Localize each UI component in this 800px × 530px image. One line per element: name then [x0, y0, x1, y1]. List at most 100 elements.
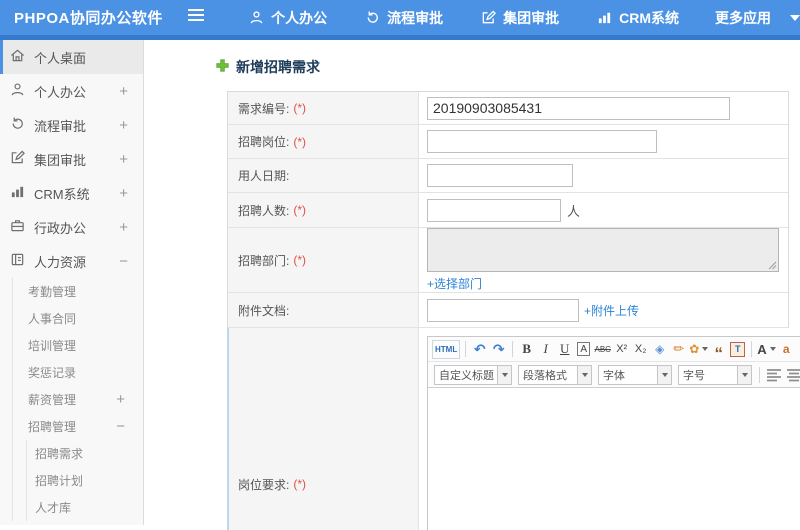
- rich-text-editor: HTML ↶ ↷ B I U A ABC X² X₂ ◈ ✏ ✿ “ T A a…: [427, 336, 800, 530]
- required-mark: (*): [293, 477, 307, 491]
- sidebar: 个人桌面 个人办公 + 流程审批 + 集团审批 + CRM系统 + 行政办公 +…: [0, 40, 144, 525]
- expand-plus-icon[interactable]: +: [119, 220, 128, 235]
- font-color-button[interactable]: A: [757, 340, 776, 359]
- sidebar-item-hr[interactable]: 人力资源 −: [0, 244, 143, 278]
- sidebar-item-recruit-mgmt[interactable]: 招聘管理 −: [13, 413, 143, 440]
- bar-chart-icon: [10, 184, 25, 202]
- department-textarea[interactable]: [427, 228, 779, 272]
- sidebar-item-crm[interactable]: CRM系统 +: [0, 176, 143, 210]
- collapse-minus-icon[interactable]: −: [119, 254, 128, 269]
- required-mark: (*): [293, 134, 307, 149]
- expand-plus-icon[interactable]: +: [119, 118, 128, 133]
- blockquote-button[interactable]: “: [710, 340, 727, 362]
- sidebar-item-hr-contract[interactable]: 人事合同: [13, 305, 143, 332]
- attachment-input[interactable]: [427, 298, 579, 322]
- highlight-button[interactable]: a: [778, 340, 795, 359]
- hire-date-input[interactable]: [427, 164, 573, 187]
- select-department-link[interactable]: +选择部门: [427, 275, 482, 292]
- topnav-label: 个人办公: [271, 9, 328, 26]
- expand-plus-icon[interactable]: +: [119, 152, 128, 167]
- form-row-position: 招聘岗位: (*): [228, 125, 788, 159]
- italic-button[interactable]: I: [537, 340, 554, 359]
- sidebar-item-label: 个人办公: [34, 84, 87, 100]
- sidebar-item-recruit-plan[interactable]: 招聘计划: [27, 467, 143, 494]
- sidebar-item-personal-office[interactable]: 个人办公 +: [0, 74, 143, 108]
- topnav-more-apps[interactable]: 更多应用: [715, 8, 800, 28]
- redo-button[interactable]: ↷: [490, 340, 507, 359]
- form-row-headcount: 招聘人数: (*) 人: [228, 193, 788, 228]
- expand-plus-icon[interactable]: +: [119, 186, 128, 201]
- form-row-hire-date: 用人日期:: [228, 159, 788, 193]
- toolbar-separator: [465, 341, 467, 357]
- bar-chart-icon: [597, 10, 612, 25]
- sidebar-item-talent-pool[interactable]: 人才库: [27, 494, 143, 521]
- topnav-crm[interactable]: CRM系统: [597, 8, 679, 28]
- sidebar-item-training[interactable]: 培训管理: [13, 332, 143, 359]
- sidebar-item-personal-desktop[interactable]: 个人桌面: [0, 40, 143, 74]
- sidebar-item-label: 流程审批: [34, 118, 87, 134]
- request-no-input[interactable]: [427, 96, 730, 120]
- field-label: 用人日期:: [228, 159, 419, 192]
- sidebar-item-process-approval[interactable]: 流程审批 +: [0, 108, 143, 142]
- form-row-attachment: 附件文档: +附件上传: [228, 293, 788, 328]
- topnav-process-approval[interactable]: 流程审批: [365, 8, 443, 28]
- upload-attachment-link[interactable]: +附件上传: [584, 302, 639, 319]
- field-label: 招聘岗位: (*): [228, 125, 419, 158]
- font-family-select[interactable]: 字体: [598, 364, 672, 385]
- sidebar-item-rewards[interactable]: 奖惩记录: [13, 359, 143, 386]
- align-center-button[interactable]: [786, 368, 800, 382]
- resize-handle-icon[interactable]: [768, 261, 777, 270]
- field-label: 招聘人数: (*): [228, 193, 419, 227]
- chevron-down-icon: [790, 14, 800, 21]
- sidebar-hr-submenu: 考勤管理 人事合同 培训管理 奖惩记录 薪资管理 + 招聘管理 − 招聘需求 招…: [12, 278, 143, 521]
- font-style-button[interactable]: A: [577, 342, 591, 356]
- paragraph-format-select[interactable]: 段落格式: [518, 364, 592, 385]
- html-source-button[interactable]: HTML: [432, 339, 461, 359]
- align-left-button[interactable]: [766, 368, 782, 382]
- sidebar-item-label: 人力资源: [34, 254, 87, 270]
- menu-toggle-button[interactable]: [187, 8, 205, 27]
- editor-toolbar-row1: HTML ↶ ↷ B I U A ABC X² X₂ ◈ ✏ ✿ “ T A a: [428, 337, 800, 362]
- eraser-button[interactable]: ◈: [651, 340, 668, 359]
- field-label: 招聘部门: (*): [228, 228, 419, 292]
- chevron-down-icon: [741, 372, 748, 377]
- edit-square-icon: [481, 10, 497, 25]
- strikethrough-button[interactable]: ABC: [594, 340, 611, 359]
- required-mark: (*): [293, 101, 307, 115]
- custom-title-select[interactable]: 自定义标题: [434, 364, 512, 385]
- sidebar-item-salary[interactable]: 薪资管理 +: [13, 386, 143, 413]
- sidebar-item-group-approval[interactable]: 集团审批 +: [0, 142, 143, 176]
- emoticon-button[interactable]: ✿: [689, 340, 709, 359]
- user-icon: [249, 10, 264, 25]
- topnav-group-approval[interactable]: 集团审批: [481, 8, 559, 28]
- topnav-label: 流程审批: [387, 9, 444, 26]
- format-brush-button[interactable]: ✏: [670, 340, 687, 359]
- editor-content-area[interactable]: [428, 388, 800, 530]
- superscript-button[interactable]: X²: [613, 340, 630, 359]
- toolbar-separator: [512, 341, 514, 357]
- bold-button[interactable]: B: [518, 340, 535, 359]
- expand-plus-icon[interactable]: +: [119, 84, 128, 99]
- hamburger-icon: [187, 8, 205, 27]
- sidebar-item-admin-office[interactable]: 行政办公 +: [0, 210, 143, 244]
- sidebar-item-label: 集团审批: [34, 152, 87, 168]
- field-label: 需求编号: (*): [228, 92, 419, 124]
- page-title-text: 新增招聘需求: [236, 59, 320, 75]
- subscript-button[interactable]: X₂: [632, 340, 649, 359]
- paste-button[interactable]: T: [730, 341, 746, 357]
- sidebar-item-recruit-request[interactable]: 招聘需求: [27, 440, 143, 467]
- underline-button[interactable]: U: [556, 340, 573, 359]
- headcount-input[interactable]: [427, 198, 561, 222]
- user-icon: [10, 82, 25, 100]
- toolbar-separator: [751, 341, 753, 357]
- page-title: 新增招聘需求: [144, 40, 800, 77]
- topnav-personal-office[interactable]: 个人办公: [249, 8, 327, 28]
- edit-square-icon: [10, 150, 25, 168]
- undo-button[interactable]: ↶: [471, 340, 488, 359]
- collapse-minus-icon[interactable]: −: [116, 419, 125, 434]
- font-size-select[interactable]: 字号: [678, 364, 752, 385]
- sidebar-item-attendance[interactable]: 考勤管理: [13, 278, 143, 305]
- position-input[interactable]: [427, 130, 657, 153]
- expand-plus-icon[interactable]: +: [116, 392, 125, 407]
- sidebar-item-label: 个人桌面: [34, 50, 87, 66]
